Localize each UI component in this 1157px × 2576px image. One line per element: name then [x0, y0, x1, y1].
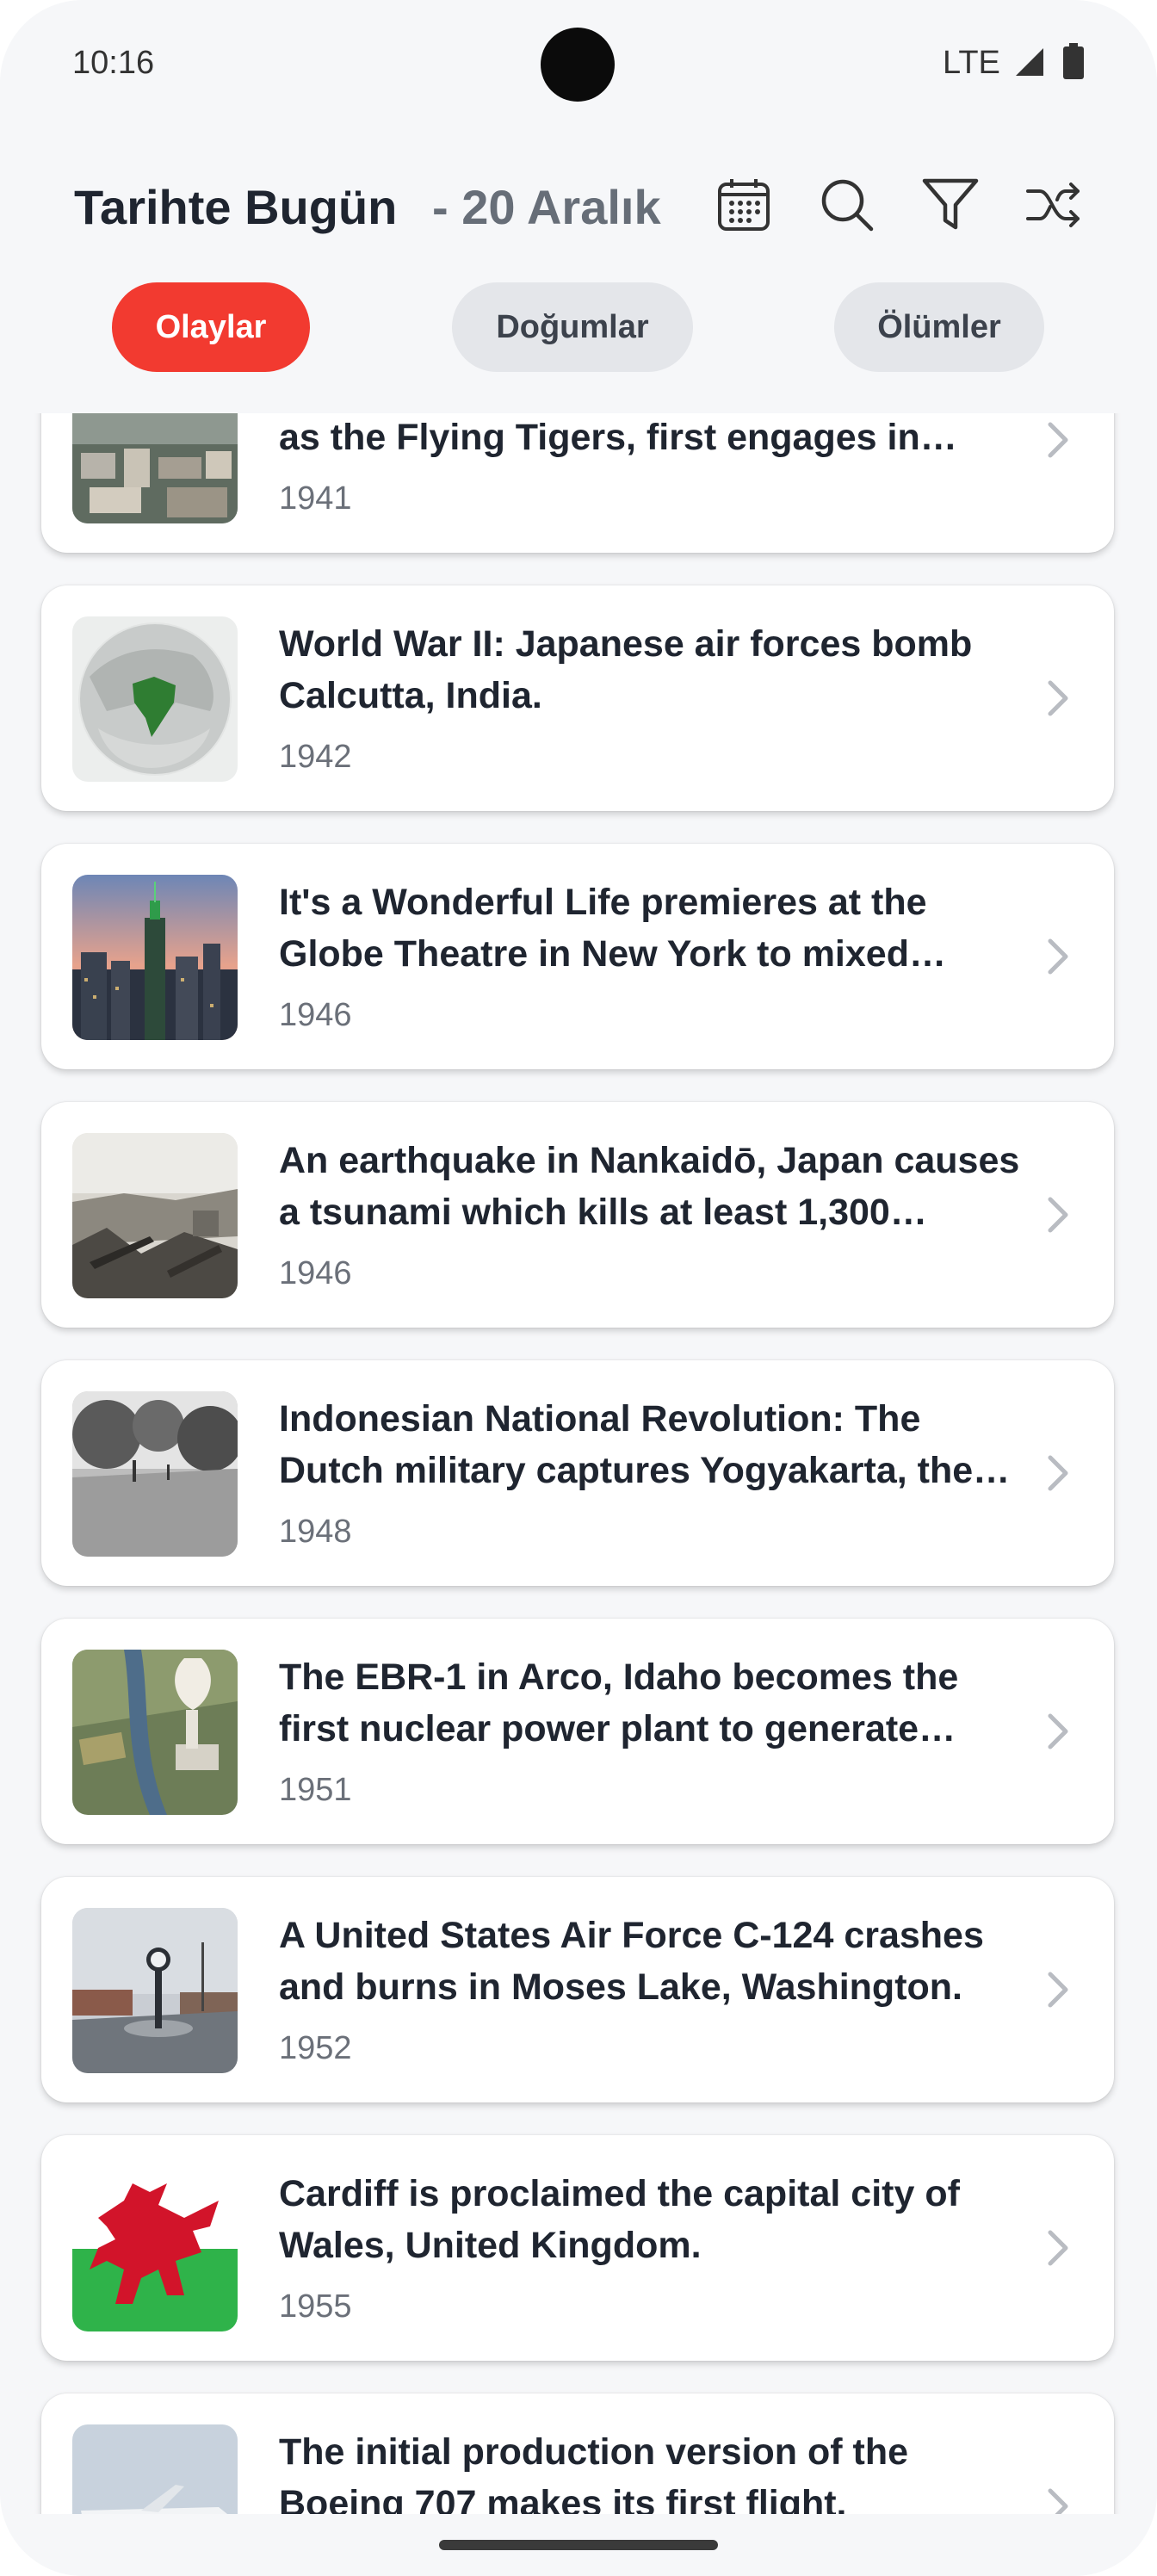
- chevron-right-icon: [1030, 2220, 1085, 2276]
- chevron-right-icon: [1030, 929, 1085, 984]
- app-title: Tarihte Bugün: [74, 180, 398, 234]
- event-card[interactable]: The initial production version of the Bo…: [41, 2393, 1114, 2514]
- shuffle-button[interactable]: [1021, 172, 1086, 238]
- event-year: 1955: [279, 2288, 352, 2325]
- chevron-right-icon: [1030, 1704, 1085, 1759]
- battery-icon: [1063, 43, 1084, 79]
- tab-deaths[interactable]: Ölümler: [834, 282, 1044, 372]
- camera-cutout: [541, 28, 615, 102]
- event-title: The initial production version of the Bo…: [279, 2431, 909, 2514]
- chevron-right-icon: [1030, 671, 1085, 726]
- event-card[interactable]: A United States Air Force C-124 crashes …: [41, 1877, 1114, 2102]
- signal-icon: [1016, 48, 1043, 76]
- filter-icon: [922, 178, 979, 230]
- event-image-street-photo: [72, 1391, 238, 1557]
- calendar-icon: [718, 179, 770, 231]
- search-button[interactable]: [814, 172, 880, 238]
- event-title: World War II: Japanese air forces bomb C…: [279, 623, 973, 716]
- screen: 10:16 LTE Tarihte Bugün - 20 Aralık Olay…: [0, 0, 1157, 2576]
- event-image-tsunami-ruins: [72, 1133, 238, 1298]
- event-image-new-york-skyline: [72, 875, 238, 1040]
- events-list[interactable]: American Volunteer Group, better known a…: [0, 413, 1157, 2514]
- event-year: 1942: [279, 739, 352, 775]
- event-card[interactable]: American Volunteer Group, better known a…: [41, 413, 1114, 553]
- search-icon: [821, 179, 874, 232]
- network-type: LTE: [943, 45, 1000, 81]
- event-card[interactable]: An earthquake in Nankaidō, Japan causes …: [41, 1102, 1114, 1328]
- status-bar: 10:16 LTE: [0, 0, 1157, 129]
- event-image-city-aerial: [72, 413, 238, 523]
- event-image-town-clock: [72, 1908, 238, 2073]
- shuffle-icon: [1026, 183, 1080, 227]
- event-title: Indonesian National Revolution: The Dutc…: [279, 1398, 974, 1491]
- event-title: A United States Air Force C-124 crashes …: [279, 1915, 984, 2008]
- event-image-airplane: [72, 2424, 238, 2514]
- event-year: 1948: [279, 1514, 352, 1550]
- event-title: An earthquake in Nankaidō, Japan causes …: [279, 1140, 1020, 1233]
- status-time: 10:16: [72, 45, 155, 81]
- chevron-right-icon: [1030, 1187, 1085, 1242]
- event-card[interactable]: World War II: Japanese air forces bomb C…: [41, 585, 1114, 811]
- chevron-right-icon: [1030, 2479, 1085, 2514]
- event-title: Cardiff is proclaimed the capital city o…: [279, 2173, 960, 2266]
- event-image-welsh-flag: [72, 2166, 238, 2331]
- event-year: 1941: [279, 480, 352, 517]
- calendar-button[interactable]: [711, 172, 776, 238]
- event-card[interactable]: Cardiff is proclaimed the capital city o…: [41, 2135, 1114, 2361]
- event-year: 1946: [279, 997, 352, 1033]
- event-card[interactable]: It's a Wonderful Life premieres at the G…: [41, 844, 1114, 1069]
- event-year: 1951: [279, 1772, 352, 1808]
- event-image-globe-india: [72, 616, 238, 782]
- event-title: American Volunteer Group, better known a…: [279, 417, 920, 458]
- chevron-right-icon: [1030, 1446, 1085, 1501]
- event-title: The EBR-1 in Arco, Idaho becomes the fir…: [279, 1656, 959, 1749]
- event-year: 1952: [279, 2030, 352, 2066]
- tab-events[interactable]: Olaylar: [112, 282, 310, 372]
- tab-births[interactable]: Doğumlar: [452, 282, 693, 372]
- chevron-right-icon: [1030, 413, 1085, 468]
- event-year: 1946: [279, 1255, 352, 1291]
- event-card[interactable]: Indonesian National Revolution: The Dutc…: [41, 1360, 1114, 1586]
- event-image-power-plant-aerial: [72, 1650, 238, 1815]
- event-title: It's a Wonderful Life premieres at the G…: [279, 882, 927, 975]
- filter-button[interactable]: [918, 172, 983, 238]
- current-date: - 20 Aralık: [432, 180, 661, 234]
- chevron-right-icon: [1030, 1962, 1085, 2017]
- home-indicator[interactable]: [439, 2540, 718, 2550]
- event-card[interactable]: The EBR-1 in Arco, Idaho becomes the fir…: [41, 1619, 1114, 1844]
